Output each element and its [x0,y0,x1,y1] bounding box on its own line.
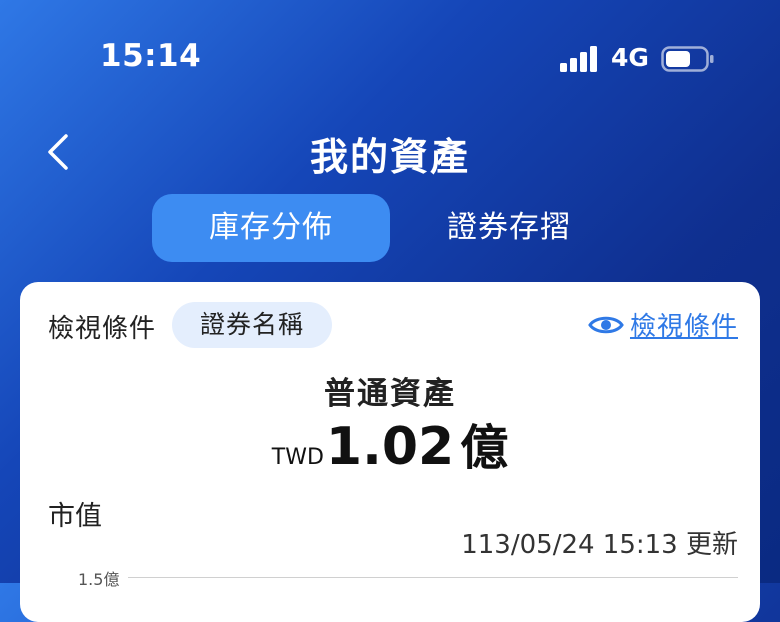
asset-total: TWD1.02 億 [20,408,760,478]
view-conditions-text: 檢視條件 [629,312,738,342]
battery-icon [661,46,714,72]
network-type: 4G [611,43,649,72]
page-title: 我的資產 [309,135,470,179]
amount-unit: 億 [460,420,509,476]
header: 我的資產 [0,110,780,190]
eye-icon [588,316,624,333]
update-timestamp: 113/05/24 15:13 更新 [461,530,738,560]
status-time: 15:14 [100,38,202,74]
filter-chip-security-name[interactable]: 證券名稱 [172,302,332,348]
currency-label: TWD [271,445,324,470]
filter-label: 檢視條件 [48,314,157,344]
asset-title: 普通資產 [324,376,456,412]
asset-card: 檢視條件 證券名稱 檢視條件 普通資產 TWD1.02 億 市值 113/05/2… [20,282,760,622]
signal-bars-icon [560,46,597,72]
tab-bar: 庫存分佈 證券存摺 [0,194,780,262]
tab-inventory-distribution[interactable]: 庫存分佈 [152,194,390,262]
tab-securities-passbook[interactable]: 證券存摺 [398,194,620,262]
total-amount: 1.02 [325,417,455,477]
chart-grid-line [128,577,738,578]
status-bar: 15:14 4G [0,0,780,110]
chart-axis-tick: 1.5億 [78,570,120,589]
market-value-label: 市值 [48,501,102,532]
view-conditions-link[interactable]: 檢視條件 [588,306,738,343]
